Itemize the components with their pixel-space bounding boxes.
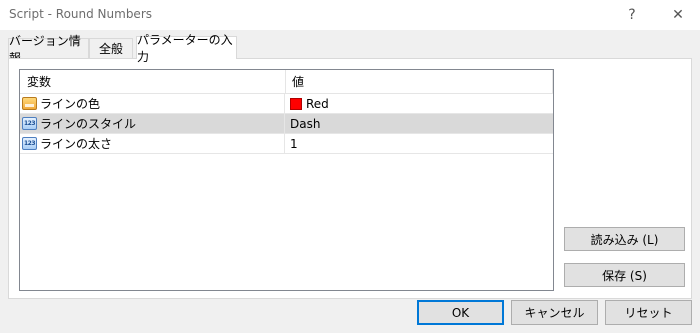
cancel-button[interactable]: キャンセル: [511, 300, 598, 325]
cell-divider: [284, 94, 285, 114]
param-value[interactable]: Red: [290, 94, 329, 114]
table-row[interactable]: 123 ラインの太さ 1: [20, 134, 553, 154]
cell-divider: [284, 134, 285, 154]
column-divider: [552, 70, 553, 93]
param-value[interactable]: 1: [290, 134, 298, 154]
parameter-grid: 変数 値 ラインの色 Red 123 ラインのスタイル Dash 123 ライン…: [19, 69, 554, 291]
param-name: ラインの太さ: [40, 137, 113, 151]
help-button[interactable]: ?: [612, 0, 652, 30]
param-name: ラインのスタイル: [40, 117, 137, 131]
tab-label: パラメーターの入力: [137, 33, 233, 64]
close-icon: ✕: [672, 7, 684, 23]
tab-parameters[interactable]: パラメーターの入力: [136, 33, 237, 64]
table-row[interactable]: 123 ラインのスタイル Dash: [20, 114, 553, 134]
tab-general[interactable]: 全般: [89, 38, 133, 58]
help-icon: ?: [628, 7, 636, 23]
window-title: Script - Round Numbers: [9, 7, 153, 21]
param-value-text: Red: [306, 97, 329, 111]
color-icon: [22, 97, 37, 110]
color-swatch: [290, 98, 302, 110]
param-name: ラインの色: [40, 97, 101, 111]
table-row[interactable]: ラインの色 Red: [20, 94, 553, 114]
cell-divider: [284, 114, 285, 134]
grid-header: 変数 値: [20, 70, 553, 94]
title-bar: Script - Round Numbers ? ✕: [0, 0, 700, 30]
param-value[interactable]: Dash: [290, 114, 320, 134]
ok-button[interactable]: OK: [417, 300, 504, 325]
numeric-icon: 123: [22, 117, 37, 130]
numeric-icon: 123: [22, 137, 37, 150]
close-button[interactable]: ✕: [658, 0, 698, 30]
column-header-value[interactable]: 値: [292, 70, 304, 94]
tab-version-info[interactable]: バージョン情報: [8, 34, 89, 65]
column-divider[interactable]: [285, 70, 286, 93]
save-button[interactable]: 保存 (S): [564, 263, 685, 287]
load-button[interactable]: 読み込み (L): [564, 227, 685, 251]
tab-label: 全般: [98, 42, 123, 56]
reset-button[interactable]: リセット: [605, 300, 692, 325]
column-header-variable[interactable]: 変数: [27, 70, 51, 94]
